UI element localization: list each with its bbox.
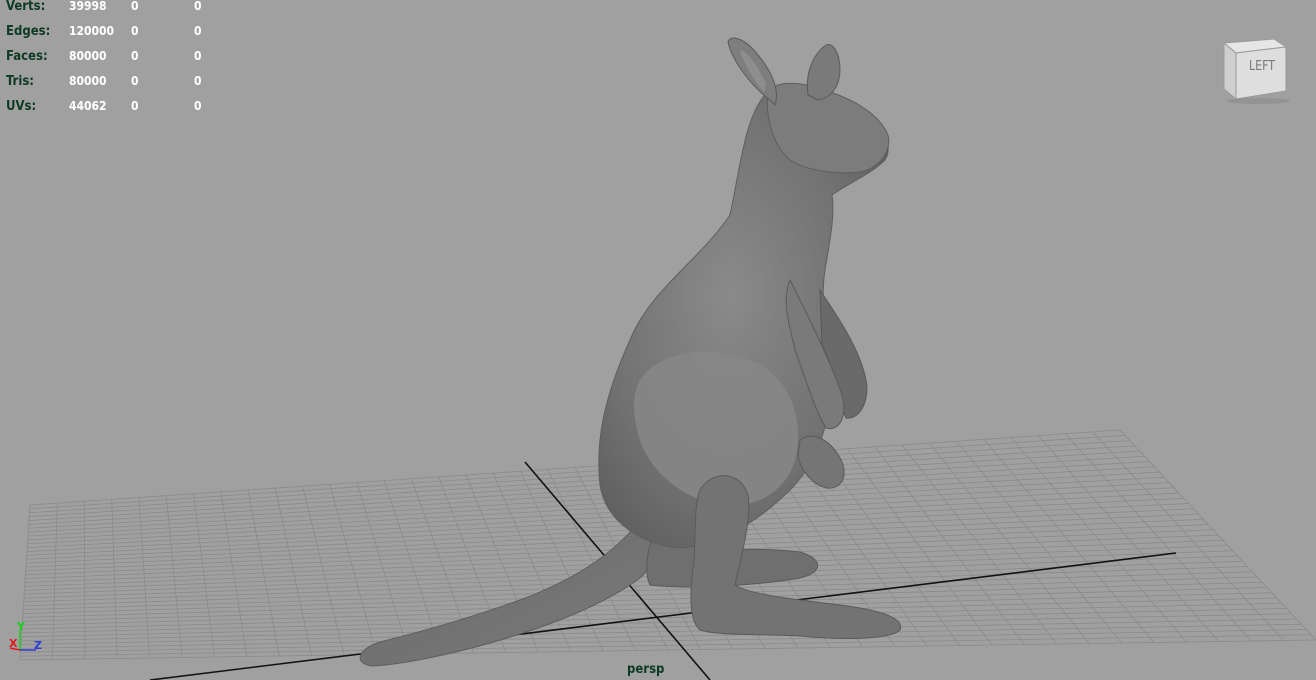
hud-label: Edges: [6, 24, 51, 39]
grid-line [1065, 433, 1252, 642]
hud-value: 0 [194, 0, 202, 13]
hud-value: 0 [194, 74, 202, 88]
hud-row-faces: Faces: 80000 0 0 [6, 44, 216, 69]
hud-label: Verts: [6, 0, 46, 14]
viewcube-face-label[interactable]: LEFT [1249, 59, 1275, 74]
hud-value: 0 [131, 99, 139, 113]
hud-value: 80000 [69, 74, 107, 88]
hud-row-uvs: UVs: 44062 0 0 [6, 94, 216, 119]
grid-line [1119, 429, 1316, 641]
grid-line [1092, 431, 1284, 641]
hud-value: 120000 [69, 24, 115, 38]
kangaroo-mesh[interactable] [359, 37, 902, 667]
hud-value: 0 [194, 99, 202, 113]
grid-line [19, 639, 1316, 661]
hud-value: 0 [194, 49, 202, 63]
hud-value: 0 [131, 49, 139, 63]
hud-value: 80000 [69, 49, 107, 63]
hud-row-verts: Verts: 39998 0 0 [6, 0, 216, 19]
hud-value: 0 [131, 24, 139, 38]
hud-value: 0 [131, 74, 139, 88]
hud-value: 39998 [69, 0, 107, 13]
hud-value: 44062 [69, 99, 107, 113]
axis-z-label: Z [34, 639, 42, 652]
hud-row-edges: Edges: 120000 0 0 [6, 19, 216, 44]
perspective-viewport[interactable]: Verts: 39998 0 0 Edges: 120000 0 0 Faces… [0, 0, 1316, 680]
hud-value: 0 [194, 24, 202, 38]
hud-label: Faces: [6, 49, 48, 64]
grid-line [983, 439, 1155, 643]
poly-count-hud: Verts: 39998 0 0 Edges: 120000 0 0 Faces… [6, 0, 216, 119]
axis-x-label: X [9, 637, 18, 650]
hud-label: Tris: [6, 74, 34, 89]
camera-name-label: persp [627, 662, 665, 677]
hud-row-tris: Tris: 80000 0 0 [6, 69, 216, 94]
grid-line [1037, 435, 1220, 642]
grid-line [20, 634, 1312, 657]
axis-y-label: Y [17, 620, 25, 633]
hud-label: UVs: [6, 99, 37, 114]
hud-value: 0 [131, 0, 139, 13]
